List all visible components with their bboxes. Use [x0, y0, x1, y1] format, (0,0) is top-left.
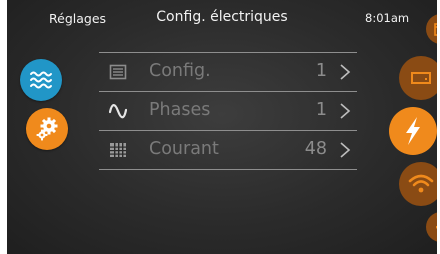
settings-button[interactable]: [26, 108, 68, 150]
chevron-right-icon: [340, 64, 351, 80]
chevron-right-icon: [340, 103, 351, 119]
calendar-icon: [434, 23, 437, 36]
divider: [99, 169, 357, 170]
settings-list: Config. 1 Phases 1 Courant 48: [99, 52, 357, 170]
wifi-button[interactable]: [399, 162, 437, 206]
current-grid-icon: [110, 143, 126, 157]
water-waves-icon: [30, 71, 52, 89]
water-button[interactable]: [20, 59, 62, 101]
display-icon: [411, 72, 431, 84]
config-value: 1: [315, 61, 327, 81]
electrical-button[interactable]: [389, 107, 437, 155]
wifi-icon: [408, 174, 434, 193]
phases-label: Phases: [149, 100, 211, 120]
screen: Réglages Config. électriques 8:01am Conf…: [7, 0, 437, 254]
current-label: Courant: [149, 139, 219, 159]
config-list-icon: [109, 64, 127, 80]
config-row[interactable]: Config. 1: [99, 53, 357, 91]
current-row[interactable]: Courant 48: [99, 131, 357, 169]
more-button[interactable]: [426, 212, 437, 242]
phases-row[interactable]: Phases 1: [99, 92, 357, 130]
current-value: 48: [304, 139, 327, 159]
chevron-right-icon: [340, 142, 351, 158]
more-icon: [436, 226, 437, 229]
config-label: Config.: [149, 61, 211, 81]
display-button[interactable]: [399, 56, 437, 100]
sine-wave-icon: [109, 104, 127, 119]
phases-value: 1: [315, 100, 327, 120]
clock-time: 8:01am: [365, 11, 410, 25]
lightning-icon: [406, 117, 420, 145]
gears-icon: [36, 117, 58, 141]
